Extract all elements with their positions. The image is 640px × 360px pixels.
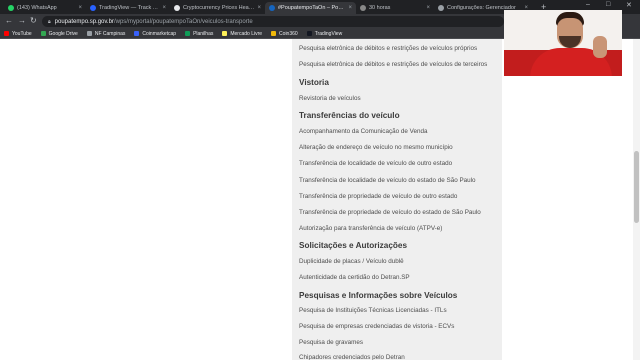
bookmark-icon: [185, 31, 191, 36]
minimize-icon[interactable]: –: [586, 1, 590, 8]
bookmark-item[interactable]: TradingView: [306, 30, 343, 37]
bookmark-label: NF Campinas: [94, 30, 126, 37]
maximize-icon[interactable]: □: [606, 1, 610, 8]
tab-favicon-icon: [438, 5, 444, 11]
bookmark-icon: [271, 31, 277, 36]
bookmark-label: Coinmarketcap: [142, 30, 177, 37]
service-link[interactable]: Revistoria de veículos: [299, 95, 361, 102]
bookmark-icon: [86, 31, 92, 36]
tab-close-icon[interactable]: ×: [162, 5, 166, 11]
bookmark-icon: [134, 31, 140, 36]
bookmark-item[interactable]: Coin360: [271, 31, 298, 37]
tab-label: TradingView — Track All Mark: [99, 5, 159, 11]
service-link[interactable]: Alteração de endereço de veículo no mesm…: [299, 144, 453, 151]
bookmark-label: YouTube: [12, 30, 32, 37]
bookmark-label: Google Drive: [48, 30, 78, 37]
webcam-overlay: [504, 10, 622, 76]
browser-tab[interactable]: (143) WhatsApp ×: [4, 2, 86, 14]
service-link[interactable]: Pesquisa de empresas credenciadas de vis…: [299, 323, 454, 330]
tab-close-icon[interactable]: ×: [257, 5, 261, 11]
tab-favicon-icon: [360, 5, 366, 11]
service-link[interactable]: Transferência de localidade de veículo d…: [299, 177, 476, 184]
service-link[interactable]: Pesquisa de gravames: [299, 339, 363, 346]
service-link[interactable]: Pesquisa de Instituições Técnicas Licenc…: [299, 307, 447, 314]
service-link[interactable]: Pesquisa eletrônica de débitos e restriç…: [299, 45, 477, 52]
service-link[interactable]: Autenticidade da certidão do Detran.SP: [299, 274, 410, 281]
service-link[interactable]: Autorização para transferência de veícul…: [299, 225, 442, 232]
tab-favicon-icon: [90, 5, 96, 11]
bookmark-label: Planilhas: [193, 30, 214, 37]
bookmark-item[interactable]: Coinmarketcap: [134, 31, 176, 37]
bookmark-item[interactable]: NF Campinas: [86, 30, 126, 37]
browser-tab[interactable]: #PoupatempoTaOn – Portal ×: [265, 2, 356, 14]
tab-close-icon[interactable]: ×: [426, 5, 430, 11]
url-field[interactable]: 🔒︎ poupatempo.sp.gov.br/wps/myportal/pou…: [42, 16, 504, 27]
bookmark-icon: [222, 31, 228, 36]
tab-label: #PoupatempoTaOn – Portal: [278, 5, 346, 11]
tab-favicon-icon: [269, 5, 275, 11]
bookmark-item[interactable]: Planilhas: [185, 31, 213, 37]
section-heading: Transferências do veículo: [299, 111, 400, 120]
bookmark-item[interactable]: Google Drive: [40, 30, 78, 37]
url-domain: poupatempo.sp.gov.br: [54, 18, 114, 25]
browser-tab[interactable]: 30 horas ×: [356, 2, 434, 14]
lock-icon: 🔒︎: [48, 18, 51, 25]
service-link[interactable]: Transferência de localidade de veículo d…: [299, 160, 452, 167]
bookmark-icon: [306, 31, 312, 36]
section-heading: Vistoria: [299, 78, 329, 87]
section-heading: Solicitações e Autorizações: [299, 241, 407, 250]
service-link[interactable]: Pesquisa eletrônica de débitos e restriç…: [299, 61, 487, 68]
tab-label: Cryptocurrency Prices Heatm: [183, 5, 255, 11]
url-path: /wps/myportal/poupatempoTaOn/veiculos-tr…: [113, 18, 253, 25]
tab-close-icon[interactable]: ×: [348, 5, 352, 11]
close-window-icon[interactable]: ✕: [626, 1, 632, 9]
bookmark-icon: [4, 31, 9, 36]
back-icon[interactable]: ←: [5, 16, 13, 26]
tab-label: 30 horas: [369, 5, 391, 11]
bookmark-label: Mercado Livre: [230, 30, 263, 37]
service-link[interactable]: Transferência de propriedade de veículo …: [299, 193, 457, 200]
reload-icon[interactable]: ↻: [30, 16, 37, 26]
tab-favicon-icon: [8, 5, 14, 11]
tab-label: (143) WhatsApp: [17, 5, 57, 11]
bookmark-label: Coin360: [279, 30, 298, 37]
section-heading: Pesquisas e Informações sobre Veículos: [299, 291, 458, 300]
bookmark-icon: [40, 31, 46, 36]
bookmark-item[interactable]: Mercado Livre: [222, 31, 262, 37]
bookmark-item[interactable]: YouTube: [4, 31, 32, 37]
tab-close-icon[interactable]: ×: [78, 5, 82, 11]
scrollbar[interactable]: [633, 39, 640, 360]
service-link[interactable]: Duplicidade de placas / Veículo dublê: [299, 258, 404, 265]
browser-tab[interactable]: Cryptocurrency Prices Heatm ×: [170, 2, 265, 14]
forward-icon[interactable]: →: [18, 16, 26, 26]
scrollbar-thumb[interactable]: [634, 151, 639, 223]
browser-tab[interactable]: TradingView — Track All Mark×: [86, 2, 170, 14]
tab-favicon-icon: [174, 5, 180, 11]
bookmark-label: TradingView: [314, 30, 343, 37]
service-link[interactable]: Chipadores credenciados pelo Detran: [299, 354, 405, 360]
service-link[interactable]: Acompanhamento da Comunicação de Venda: [299, 128, 427, 135]
service-link[interactable]: Transferência de propriedade de veículo …: [299, 209, 481, 216]
